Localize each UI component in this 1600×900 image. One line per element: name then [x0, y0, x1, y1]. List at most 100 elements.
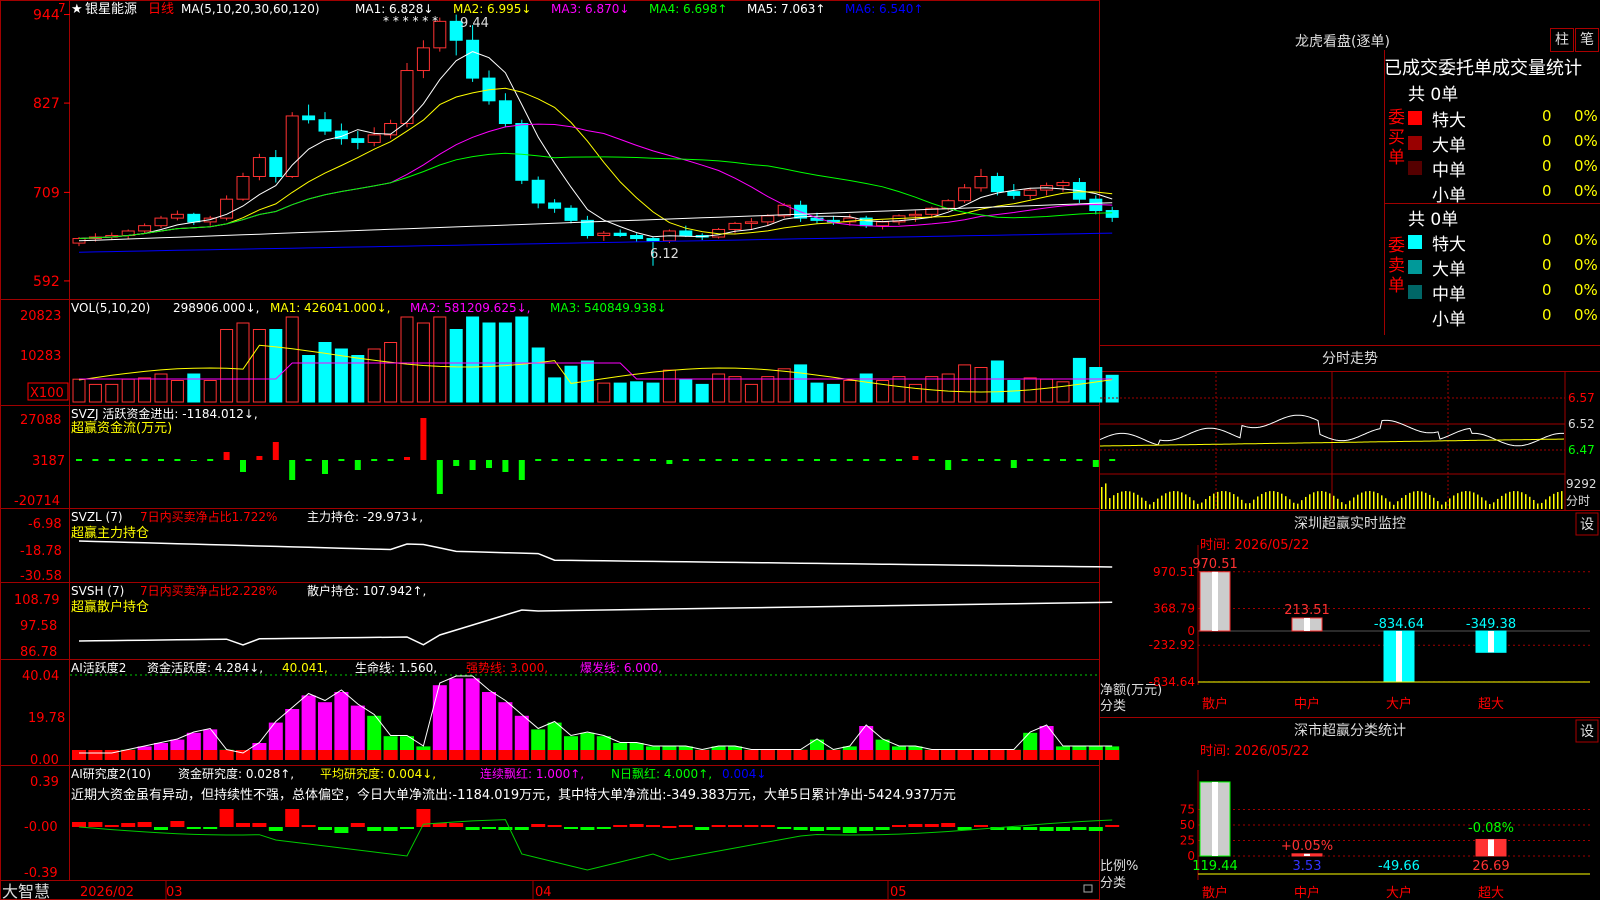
- header-star: ★: [71, 2, 83, 17]
- volume-bar: [810, 382, 824, 403]
- top-stars: * * * * * *: [383, 14, 438, 28]
- sz-class-time: 时间: 2026/05/22: [1200, 744, 1309, 759]
- intraday-vol-bar: [1429, 494, 1431, 509]
- sz-class-bar-hl-1: [1212, 781, 1218, 856]
- svzj-dash: [978, 459, 984, 461]
- sz-monitor-tick-1: 970.51: [1153, 565, 1195, 579]
- ai-research-bar: [318, 827, 332, 830]
- volume-bar: [613, 382, 627, 403]
- candle-body: [990, 175, 1004, 193]
- sz-monitor-value-3: -834.64: [1374, 617, 1424, 632]
- intraday-vol-bar: [1165, 493, 1167, 509]
- ai-active-base: [432, 750, 447, 760]
- ai-active-base: [596, 750, 611, 760]
- intraday-vol-bar: [1465, 491, 1467, 509]
- intraday-vol-bar: [1517, 491, 1519, 509]
- ai-active-base: [842, 750, 857, 760]
- svzj-dash: [584, 459, 591, 461]
- candle-body: [1056, 182, 1070, 187]
- period-label[interactable]: 日线: [148, 2, 174, 17]
- ai-active-tick-1: 40.04: [22, 669, 59, 684]
- ai-active-bar: [482, 692, 496, 760]
- intraday-vol-bar: [1261, 493, 1263, 509]
- candle-body: [318, 119, 332, 132]
- volume-bar: [203, 380, 217, 403]
- intraday-vol-bar: [1393, 504, 1395, 509]
- ai-research-bar: [252, 823, 267, 827]
- ai-research-tick-1: 0.39: [30, 775, 59, 790]
- intraday-vol-bar: [1117, 492, 1119, 509]
- sell-count: 0: [1542, 256, 1552, 274]
- volume-bar: [564, 365, 578, 403]
- candle-body: [1023, 189, 1037, 196]
- svzj-bar: [502, 460, 509, 472]
- sz-monitor-tick-4: -232.92: [1149, 638, 1195, 652]
- svzj-subtitle: 超赢资金流(万元): [71, 420, 172, 436]
- intraday-vol-bar: [1313, 492, 1315, 509]
- buy-color-swatch: [1408, 161, 1422, 175]
- zhu-button[interactable]: 柱: [1550, 28, 1574, 52]
- intraday-vol-bar: [1441, 504, 1443, 509]
- ai-active-base: [350, 750, 365, 760]
- bi-button[interactable]: 笔: [1575, 28, 1599, 52]
- price-marker: 7: [58, 1, 66, 15]
- candle-body: [302, 115, 316, 121]
- price-tick-1: 944: [33, 8, 60, 24]
- candle-body: [515, 123, 529, 181]
- ai-research-bar: [547, 825, 562, 827]
- sell-row: 特大 0 0%: [1408, 230, 1600, 255]
- ai-active-bar: [465, 678, 480, 760]
- svsh-tick-2: 97.58: [20, 619, 57, 634]
- sz-class-value-3: -49.66: [1378, 859, 1420, 874]
- svzj-tick-2: 3187: [32, 454, 65, 469]
- ai-active-bar: [432, 685, 447, 760]
- ai-research-bar: [301, 825, 316, 827]
- volume-bar: [105, 383, 119, 403]
- volume-bar: [1072, 357, 1086, 403]
- svzj-dash: [92, 459, 99, 461]
- ai-research-bar: [465, 827, 480, 830]
- svzj-dash: [732, 459, 738, 461]
- ai-research-line: [78, 819, 1113, 871]
- candle-body: [416, 47, 430, 72]
- volume-bar: [187, 373, 201, 403]
- sz-class-cat-2: 中户: [1294, 885, 1320, 900]
- candle-body: [564, 207, 578, 221]
- svzj-dash: [1060, 459, 1066, 461]
- svzj-dash: [633, 459, 640, 461]
- svzj-dash: [207, 459, 214, 461]
- lock-icon[interactable]: [1083, 884, 1093, 893]
- ai-research-bar: [482, 827, 496, 829]
- candle-body: [761, 215, 775, 223]
- ai-active-base: [924, 750, 939, 760]
- candle-body: [269, 157, 283, 177]
- buy-count: 0: [1542, 107, 1552, 125]
- volume-bar: [138, 377, 152, 403]
- intraday-vol-bar: [1113, 495, 1115, 509]
- sell-count: 0: [1542, 231, 1552, 249]
- ai-active-base: [646, 750, 660, 760]
- buy-count: 0: [1542, 157, 1552, 175]
- candle-body: [384, 123, 398, 136]
- buy-row: 小单 0 0%: [1408, 181, 1600, 206]
- ai-active-base: [1006, 750, 1021, 760]
- stock-name[interactable]: 银星能源: [85, 2, 137, 17]
- intraday-vol-bar: [1545, 499, 1547, 509]
- intraday-vol-bar: [1497, 498, 1499, 509]
- svzj-bar: [486, 460, 492, 468]
- buy-pct: 0%: [1574, 132, 1598, 150]
- svzj-dash: [699, 459, 706, 461]
- ai-research-bar: [744, 825, 759, 827]
- svsh-subtitle: 超赢散户持仓: [71, 599, 149, 615]
- svsh-tick-1: 108.79: [14, 593, 60, 608]
- sell-pct: 0%: [1574, 231, 1598, 249]
- svzl-ratio: 7日内买卖净占比1.722%: [140, 509, 277, 524]
- svsh-ratio: 7日内买卖净占比2.228%: [140, 583, 277, 598]
- intraday-vol-bar: [1249, 503, 1251, 509]
- intraday-vol-bar: [1177, 491, 1179, 509]
- intraday-vol-bar: [1397, 501, 1399, 509]
- svzj-dash: [1109, 459, 1116, 461]
- svzj-bar: [469, 460, 476, 470]
- volume-bar: [826, 383, 840, 403]
- svsh-title: SVSH (7): [71, 584, 124, 598]
